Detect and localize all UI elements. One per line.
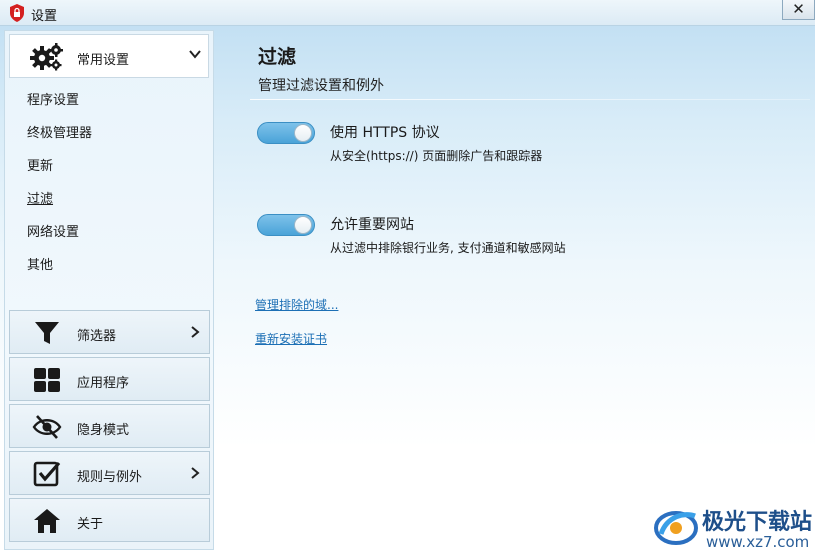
header-divider: [250, 99, 810, 100]
nav-stealth-mode-button[interactable]: 隐身模式: [9, 404, 210, 448]
window-title: 设置: [31, 9, 58, 24]
sidebar: 常用设置 程序设置 终极管理器 更新 过滤 网络设置 其他 筛选器 应用程序 隐…: [4, 30, 214, 550]
sidebar-item-program-settings[interactable]: 程序设置: [27, 89, 79, 108]
https-option-description: 从安全(https://) 页面删除广告和跟踪器: [330, 149, 543, 163]
nav-filters-label: 筛选器: [77, 329, 117, 344]
home-icon: [34, 509, 60, 533]
https-option-title: 使用 HTTPS 协议: [330, 125, 440, 141]
sidebar-group-general[interactable]: 常用设置: [9, 34, 209, 78]
page-title: 过滤: [258, 46, 297, 68]
eye-slash-icon: [32, 415, 62, 439]
nav-applications-button[interactable]: 应用程序: [9, 357, 210, 401]
toggle-knob: [294, 124, 312, 142]
nav-rules-exceptions-label: 规则与例外: [77, 470, 143, 485]
manage-excluded-domains-link[interactable]: 管理排除的域...: [255, 296, 338, 313]
important-sites-option-title: 允许重要网站: [330, 217, 414, 233]
watermark-logo-icon: [654, 511, 698, 545]
settings-window: 常用设置 程序设置 终极管理器 更新 过滤 网络设置 其他 筛选器 应用程序 隐…: [0, 26, 815, 554]
title-bar: 设置 ✕: [0, 0, 815, 26]
sidebar-group-label: 常用设置: [77, 53, 130, 68]
shield-lock-icon: [10, 4, 24, 22]
checkbox-icon: [33, 461, 61, 487]
sidebar-item-filtering[interactable]: 过滤: [27, 188, 53, 207]
sidebar-item-update[interactable]: 更新: [27, 155, 53, 174]
important-sites-toggle[interactable]: [257, 214, 315, 236]
sidebar-item-network-settings[interactable]: 网络设置: [27, 221, 79, 240]
nav-about-button[interactable]: 关于: [9, 498, 210, 542]
nav-filters-button[interactable]: 筛选器: [9, 310, 210, 354]
nav-about-label: 关于: [77, 517, 104, 532]
chevron-down-icon: [189, 50, 201, 59]
important-sites-option-description: 从过滤中排除银行业务, 支付通道和敏感网站: [330, 241, 566, 255]
grid-icon: [34, 368, 60, 392]
watermark-title: 极光下载站: [702, 510, 813, 535]
chevron-right-icon: [191, 326, 200, 338]
gears-icon: [30, 43, 63, 71]
sidebar-item-other[interactable]: 其他: [27, 254, 53, 273]
toggle-knob: [294, 216, 312, 234]
nav-rules-exceptions-button[interactable]: 规则与例外: [9, 451, 210, 495]
watermark-url: www.xz7.com: [706, 533, 810, 551]
close-button[interactable]: ✕: [782, 0, 815, 20]
funnel-icon: [35, 322, 59, 344]
https-toggle[interactable]: [257, 122, 315, 144]
nav-stealth-mode-label: 隐身模式: [77, 423, 130, 438]
sidebar-item-ultimate-manager[interactable]: 终极管理器: [27, 122, 92, 141]
chevron-right-icon: [191, 467, 200, 479]
reinstall-certificate-link[interactable]: 重新安装证书: [255, 330, 327, 347]
page-subtitle: 管理过滤设置和例外: [258, 78, 384, 94]
nav-applications-label: 应用程序: [77, 376, 130, 391]
